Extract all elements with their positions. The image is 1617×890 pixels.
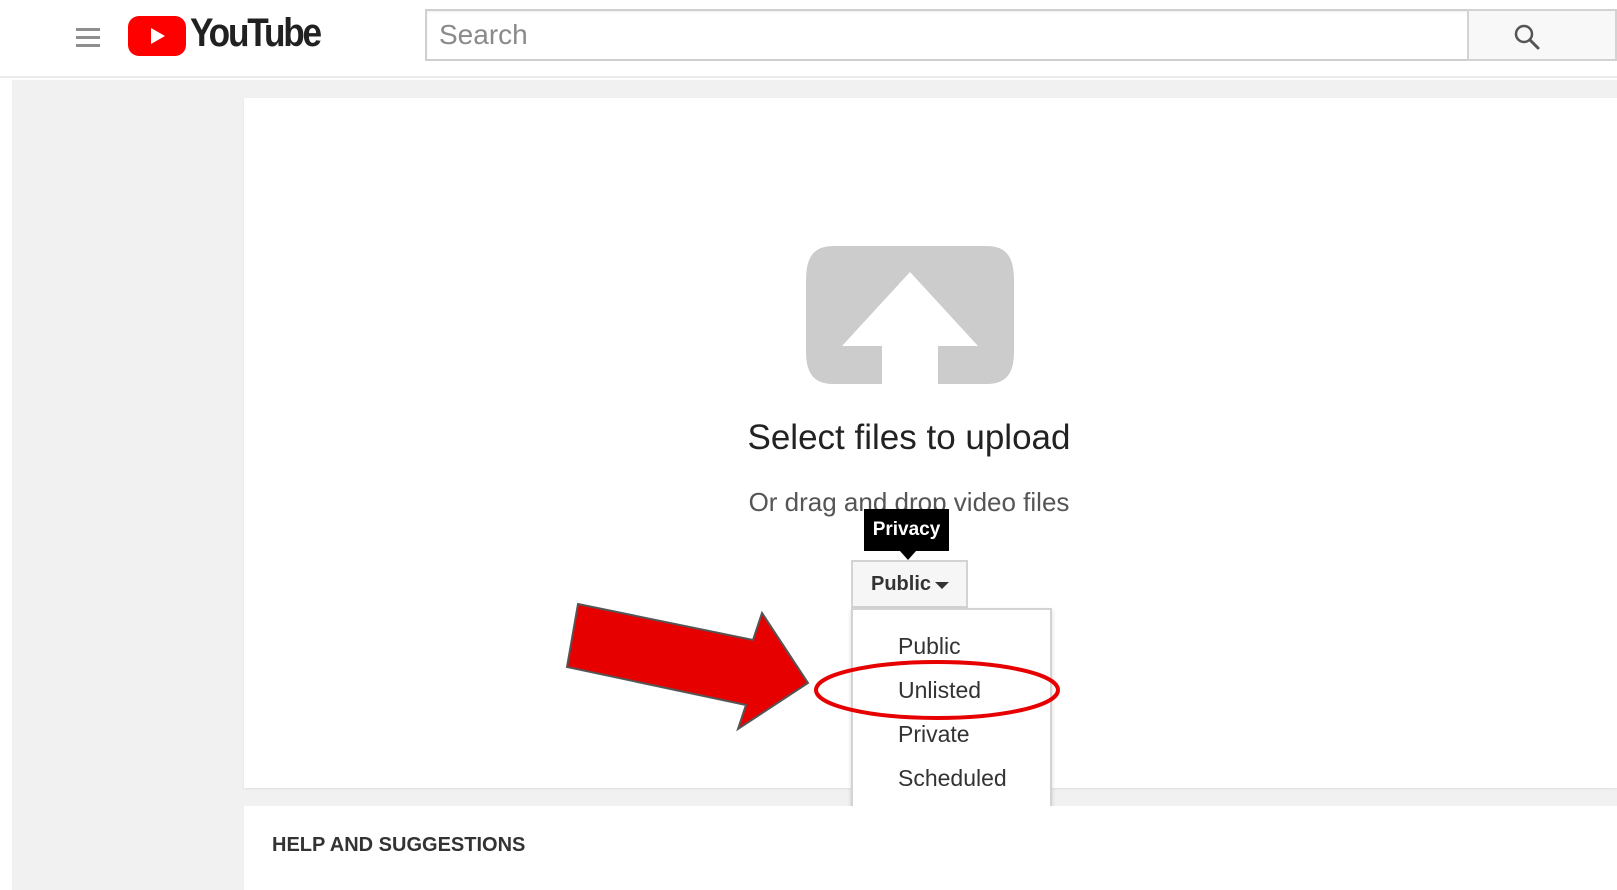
privacy-option-unlisted[interactable]: Unlisted xyxy=(853,668,1050,712)
hamburger-menu-icon[interactable] xyxy=(74,24,102,52)
tooltip-pointer xyxy=(900,551,916,560)
help-title: HELP AND SUGGESTIONS xyxy=(272,834,526,856)
privacy-tooltip: Privacy xyxy=(864,509,949,551)
upload-arrow-icon[interactable] xyxy=(804,246,1016,386)
privacy-option-private[interactable]: Private xyxy=(853,712,1050,756)
search-button[interactable] xyxy=(1467,9,1617,61)
search-input[interactable] xyxy=(425,9,1469,61)
upload-title: Select files to upload xyxy=(747,418,1071,457)
privacy-option-scheduled[interactable]: Scheduled xyxy=(853,756,1050,800)
left-gutter xyxy=(0,80,12,890)
privacy-menu: Public Unlisted Private Scheduled xyxy=(851,608,1052,817)
caret-down-icon xyxy=(935,582,949,589)
privacy-selected-label: Public xyxy=(871,573,932,595)
youtube-logo[interactable]: YouTube xyxy=(128,11,322,58)
play-logo-icon xyxy=(128,16,186,56)
logo-wordmark: YouTube xyxy=(190,11,322,55)
privacy-dropdown-button[interactable]: Public xyxy=(851,560,968,608)
privacy-option-public[interactable]: Public xyxy=(853,624,1050,668)
masthead: YouTube xyxy=(0,0,1617,78)
youtube-upload-page: YouTube Select files to upload Or drag a… xyxy=(0,0,1617,890)
help-card: HELP AND SUGGESTIONS xyxy=(244,806,1617,890)
search-icon xyxy=(1514,24,1540,50)
